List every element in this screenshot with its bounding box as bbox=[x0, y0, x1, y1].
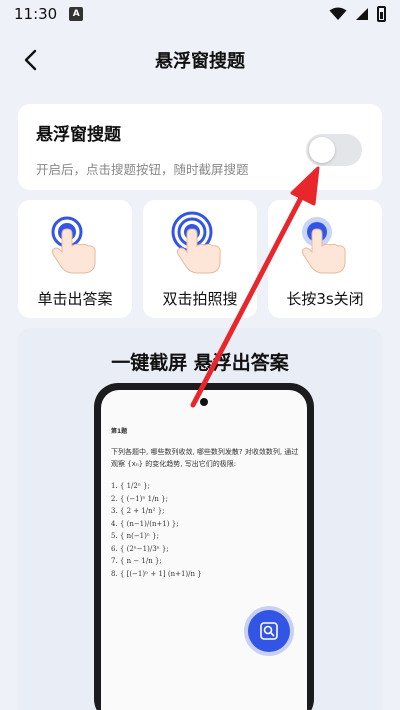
double-tap-icon bbox=[171, 211, 221, 274]
question-items: 1. { 1/2ⁿ }; 2. { (−1)ⁿ 1/n }; 3. { 2 + … bbox=[111, 480, 202, 580]
status-bar: 11:30 A bbox=[0, 0, 400, 28]
question-item: 6. { (2ⁿ−1)/3ⁿ }; bbox=[111, 544, 169, 553]
mode-card-double-tap: 双击拍照搜 bbox=[143, 200, 257, 318]
question-item: 4. { (n−1)/(n+1) }; bbox=[111, 519, 179, 528]
page-title: 悬浮窗搜题 bbox=[155, 51, 245, 72]
mode-card-long-press: 长按3s关闭 bbox=[268, 200, 382, 318]
battery-icon bbox=[377, 6, 386, 22]
single-tap-icon bbox=[51, 216, 96, 274]
wifi-icon bbox=[329, 7, 347, 20]
demo-card: 一键截屏 悬浮出答案 第1题 下列各题中, 哪些数列收敛, 哪些数列发散? 对收… bbox=[18, 328, 382, 710]
mode-card-single-tap: 单击出答案 bbox=[18, 200, 132, 318]
toggle-knob bbox=[309, 137, 335, 163]
search-icon bbox=[260, 622, 278, 640]
question-item: 7. { n − 1/n }; bbox=[111, 557, 162, 565]
demo-title: 一键截屏 悬浮出答案 bbox=[111, 352, 289, 374]
question-item: 2. { (−1)ⁿ 1/n }; bbox=[111, 494, 168, 503]
status-indicators bbox=[329, 6, 386, 22]
question-item: 1. { 1/2ⁿ }; bbox=[111, 482, 150, 490]
floating-search-button[interactable] bbox=[248, 610, 290, 652]
floating-search-toggle[interactable] bbox=[306, 134, 362, 166]
app-notification-icon: A bbox=[69, 7, 84, 21]
mode-label-single-tap: 单击出答案 bbox=[37, 290, 113, 308]
question-number: 第1题 bbox=[111, 428, 128, 435]
signal-icon bbox=[356, 8, 368, 20]
back-button[interactable] bbox=[14, 44, 46, 76]
status-time: 11:30 bbox=[14, 5, 58, 23]
mode-label-double-tap: 双击拍照搜 bbox=[162, 290, 238, 308]
camera-icon bbox=[200, 398, 208, 406]
mode-label-long-press: 长按3s关闭 bbox=[286, 290, 364, 308]
back-arrow-icon bbox=[24, 49, 37, 71]
question-item: 8. { [(−1)ⁿ + 1] (n+1)/n } bbox=[111, 569, 202, 578]
floating-search-card: 悬浮窗搜题 开启后，点击搜题按钮，随时截屏搜题 bbox=[18, 104, 382, 190]
phone-screen: 第1题 下列各题中, 哪些数列收敛, 哪些数列发散? 对收敛数列, 通过观察 {… bbox=[101, 390, 307, 710]
phone-mockup: 第1题 下列各题中, 哪些数列收敛, 哪些数列发散? 对收敛数列, 通过观察 {… bbox=[94, 383, 314, 710]
header: 悬浮窗搜题 bbox=[0, 38, 400, 82]
question-text: 下列各题中, 哪些数列收敛, 哪些数列发散? 对收敛数列, 通过观察 {xₙ} … bbox=[111, 448, 299, 468]
question-item: 5. { n(−1)ⁿ }; bbox=[111, 532, 159, 540]
long-press-icon bbox=[301, 217, 346, 274]
question-item: 3. { 2 + 1/n² }; bbox=[111, 507, 165, 515]
